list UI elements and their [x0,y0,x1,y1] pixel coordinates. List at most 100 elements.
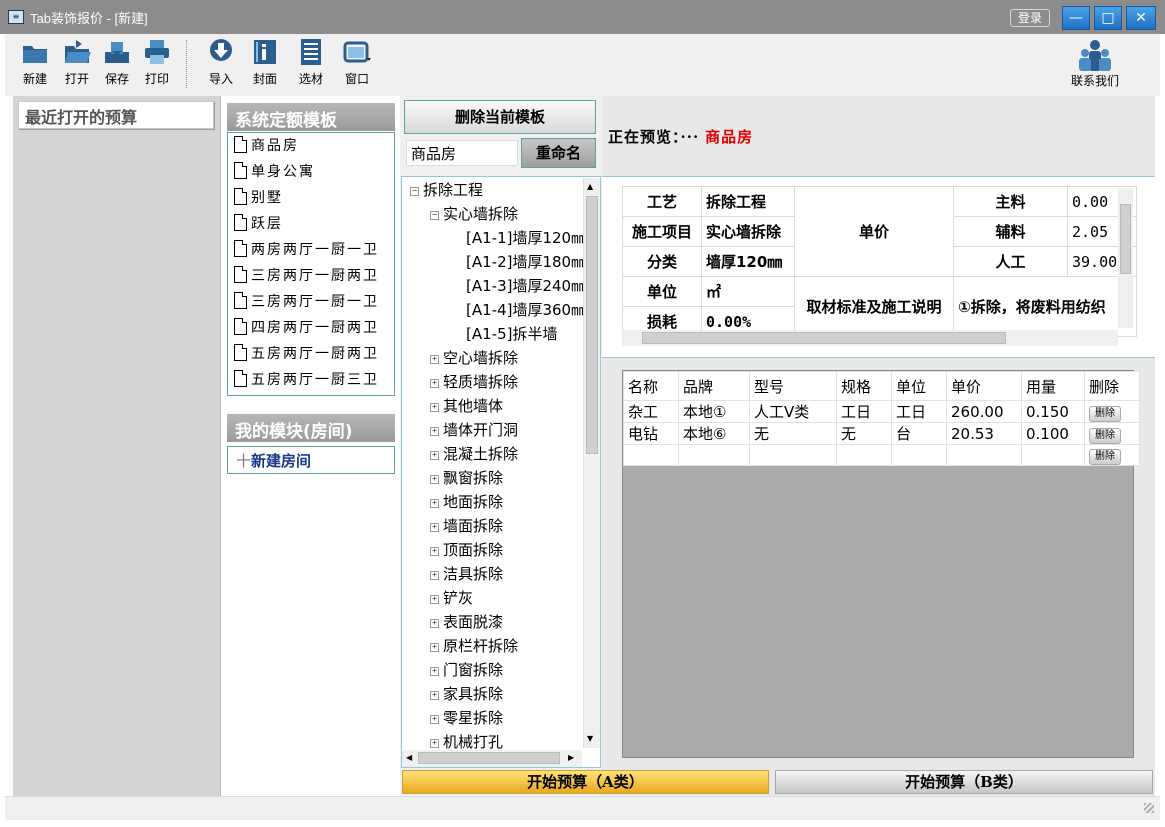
start-budget-a-button[interactable]: 开始预算（A类） [402,770,769,794]
scroll-thumb[interactable] [586,196,598,454]
scroll-right-icon[interactable]: ▶ [568,753,574,762]
start-budget-b-button[interactable]: 开始预算（B类） [775,770,1153,794]
tree-node[interactable]: + 原栏杆拆除 [430,635,518,657]
table-cell[interactable] [946,444,1022,466]
contact-button[interactable]: 联系我们 [1065,38,1125,92]
table-cell[interactable]: 0.150 [1021,400,1085,423]
quota-info-table: 工艺 拆除工程 单价 主料 0.00 施工项目 实心墙拆除 辅料 2.05 分类… [622,186,1137,337]
table-row[interactable]: 删除 [623,444,1140,466]
system-template-header: 系统定额模板 [227,103,395,131]
save-button[interactable]: 保存 [95,38,139,92]
tree-node[interactable]: + 轻质墙拆除 [430,371,518,393]
info-horizontal-scrollbar[interactable] [622,330,1118,346]
delete-row-button[interactable]: 删除 [1089,405,1121,422]
import-button[interactable]: 导入 [199,38,243,92]
scroll-thumb[interactable] [418,752,560,764]
minimize-button[interactable]: — [1062,6,1090,30]
template-item[interactable]: 三房两厅一厨两卫 [228,263,394,289]
table-cell[interactable]: 本地⑥ [678,422,750,445]
new-room-button[interactable]: 十新建房间 [227,446,395,474]
contact-people-icon [1079,40,1111,71]
window-menu-button[interactable]: 窗口 [335,38,379,92]
scroll-down-icon[interactable]: ▼ [587,734,593,743]
table-cell[interactable]: 20.53 [946,422,1022,445]
tree-node[interactable]: + 其他墙体 [430,395,503,417]
recent-budget-header[interactable]: 最近打开的预算 [18,101,214,129]
template-item[interactable]: 跃层 [228,211,394,237]
tree-node[interactable]: + 地面拆除 [430,491,503,513]
table-row[interactable]: 电钻 本地⑥ 无 无 台 20.53 0.100 删除 [623,422,1140,445]
template-item[interactable]: 商品房 [228,133,394,159]
cover-button[interactable]: 封面 [243,38,287,92]
scroll-thumb[interactable] [642,332,1006,344]
template-name-input[interactable]: 商品房 [406,140,518,166]
tree-node[interactable]: + 铲灰 [430,587,473,609]
tree-node-expanded[interactable]: − 实心墙拆除 [430,203,518,225]
tree-node[interactable]: + 飘窗拆除 [430,467,503,489]
login-button[interactable]: 登录 [1010,9,1050,27]
delete-template-button[interactable]: 删除当前模板 [404,100,596,134]
tree-leaf[interactable]: [A1-1]墙厚120㎜ [466,227,586,249]
template-item[interactable]: 三房两厅一厨一卫 [228,289,394,315]
table-cell[interactable]: 电钻 [623,422,679,445]
rename-button[interactable]: 重命名 [521,138,596,168]
template-item[interactable]: 别墅 [228,185,394,211]
scroll-left-icon[interactable]: ◀ [406,753,412,762]
tree-vertical-scrollbar[interactable]: ▲ ▼ [583,178,600,748]
resize-grip-icon[interactable] [1144,803,1154,813]
table-cell[interactable]: 台 [891,422,947,445]
column-header: 规格 [836,371,892,401]
scroll-up-icon[interactable]: ▲ [587,182,593,191]
tree-node[interactable]: + 家具拆除 [430,683,503,705]
toolbar-separator [186,40,187,88]
table-cell[interactable]: 260.00 [946,400,1022,423]
tree-horizontal-scrollbar[interactable]: ◀ ▶ [402,750,582,767]
table-cell[interactable] [836,444,892,466]
print-button[interactable]: 打印 [135,38,179,92]
table-cell[interactable]: 杂工 [623,400,679,423]
unit-value: ㎡ [701,276,795,307]
tree-node[interactable]: + 空心墙拆除 [430,347,518,369]
table-row[interactable]: 杂工 本地① 人工Ⅴ类 工日 工日 260.00 0.150 删除 [623,400,1140,423]
tree-node-root[interactable]: − 拆除工程 [410,179,483,201]
template-item[interactable]: 两房两厅一厨一卫 [228,237,394,263]
info-vertical-scrollbar[interactable] [1118,188,1133,328]
tree-leaf[interactable]: [A1-5]拆半墙 [466,323,557,345]
close-button[interactable]: ✕ [1126,6,1156,30]
material-button[interactable]: 选材 [289,38,333,92]
tree-leaf[interactable]: [A1-3]墙厚240㎜ [466,275,586,297]
tree-leaf[interactable]: [A1-4]墙厚360㎜ [466,299,586,321]
table-cell[interactable] [623,444,679,466]
table-cell[interactable]: 工日 [891,400,947,423]
template-item[interactable]: 五房两厅一厨两卫 [228,341,394,367]
tree-node[interactable]: + 墙体开门洞 [430,419,518,441]
new-button[interactable]: 新建 [13,38,57,92]
table-cell[interactable] [678,444,750,466]
table-cell[interactable]: 无 [836,422,892,445]
tree-leaf[interactable]: [A1-2]墙厚180㎜ [466,251,586,273]
template-item[interactable]: 四房两厅一厨两卫 [228,315,394,341]
delete-row-button[interactable]: 删除 [1089,427,1121,444]
tree-node[interactable]: + 门窗拆除 [430,659,503,681]
tree-node[interactable]: + 混凝土拆除 [430,443,518,465]
table-cell[interactable] [1021,444,1085,466]
open-button[interactable]: 打开 [55,38,99,92]
tree-node[interactable]: + 零星拆除 [430,707,503,729]
tree-node[interactable]: + 洁具拆除 [430,563,503,585]
table-cell[interactable]: 0.100 [1021,422,1085,445]
scroll-thumb[interactable] [1120,204,1131,274]
table-cell[interactable]: 本地① [678,400,750,423]
table-cell[interactable]: 工日 [836,400,892,423]
tree-node[interactable]: + 表面脱漆 [430,611,503,633]
table-cell[interactable]: 人工Ⅴ类 [749,400,837,423]
app-icon: ≡ [8,10,24,24]
table-cell[interactable] [749,444,837,466]
template-item[interactable]: 单身公寓 [228,159,394,185]
maximize-button[interactable]: □ [1094,6,1122,30]
delete-row-button[interactable]: 删除 [1089,449,1121,465]
table-cell[interactable] [891,444,947,466]
template-item[interactable]: 五房两厅一厨三卫 [228,367,394,393]
table-cell[interactable]: 无 [749,422,837,445]
tree-node[interactable]: + 顶面拆除 [430,539,503,561]
tree-node[interactable]: + 墙面拆除 [430,515,503,537]
